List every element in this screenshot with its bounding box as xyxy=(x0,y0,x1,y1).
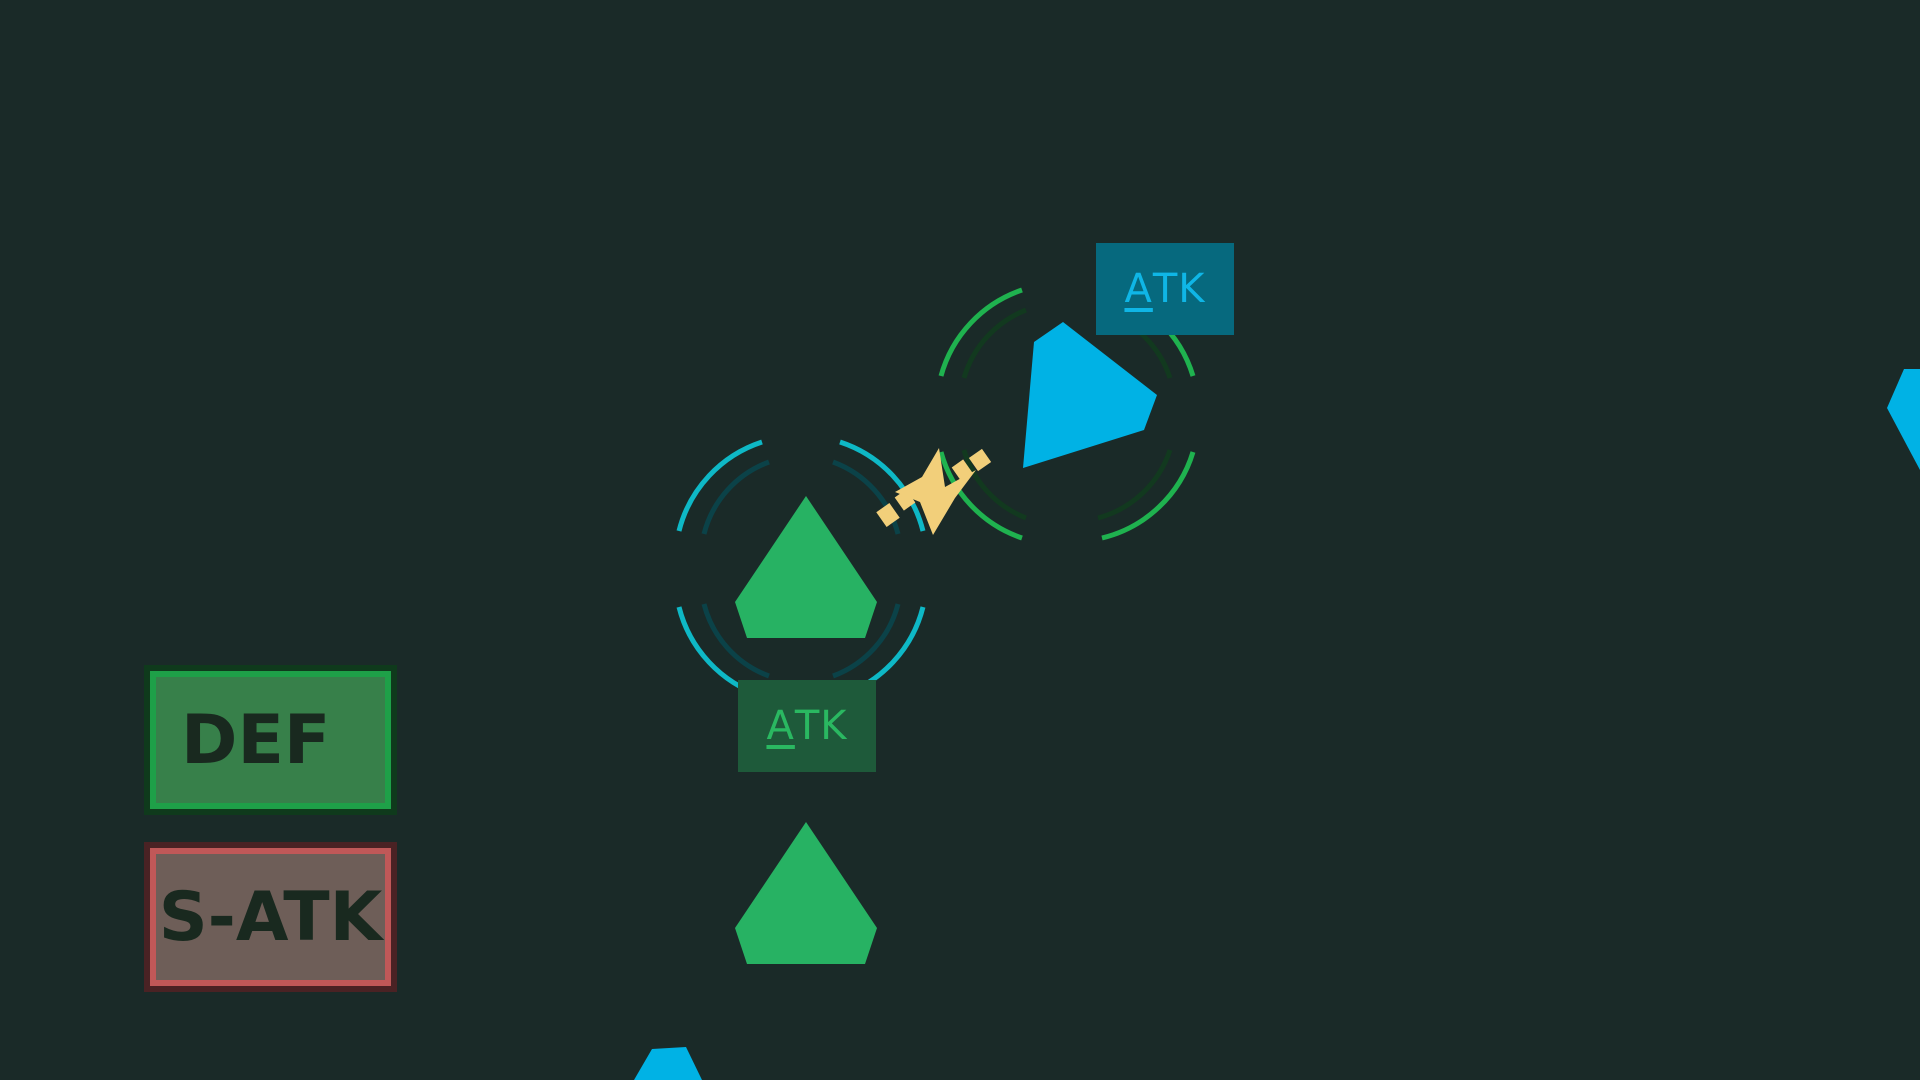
player-unit[interactable] xyxy=(735,822,877,964)
player-atk-tag-first: A xyxy=(766,703,795,749)
enemy-atk-tag: A TK xyxy=(1096,243,1234,335)
def-button[interactable]: DEF xyxy=(144,665,397,815)
player-atk-tag: A TK xyxy=(738,680,876,772)
spark-clash-icon xyxy=(876,448,992,535)
player-unit-selected[interactable] xyxy=(735,496,877,638)
special-attack-button[interactable]: S-ATK xyxy=(144,842,397,992)
player-atk-tag-rest: TK xyxy=(794,703,848,749)
special-attack-button-label: S-ATK xyxy=(158,877,383,957)
battle-field[interactable]: A TK A TK DEF S-ATK xyxy=(0,0,1920,1080)
enemy-unit-targeted[interactable] xyxy=(1023,322,1157,468)
enemy-atk-tag-rest: TK xyxy=(1152,266,1206,312)
enemy-unit-edge-right[interactable] xyxy=(1887,369,1920,470)
enemy-atk-tag-first: A xyxy=(1124,266,1153,312)
def-button-label: DEF xyxy=(181,700,331,780)
enemy-unit-edge-bottom[interactable] xyxy=(634,1047,702,1080)
